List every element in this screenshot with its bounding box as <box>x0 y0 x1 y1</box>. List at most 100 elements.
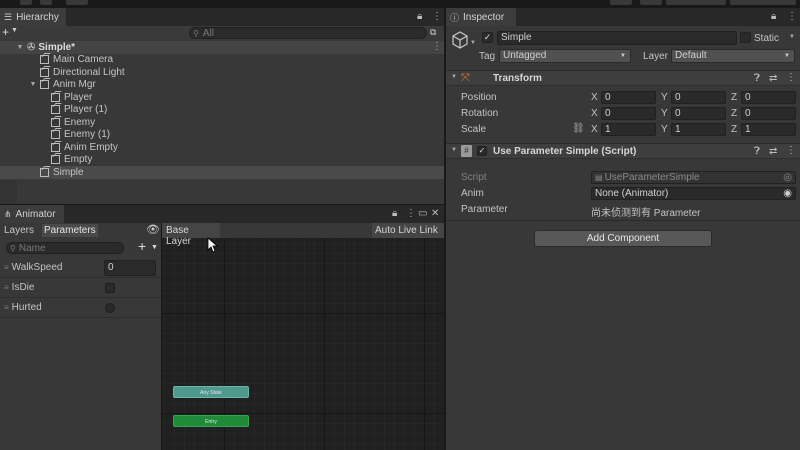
transform-header[interactable]: ▼ ⤧ Transform ❓︎ ⇄ ⋮ <box>446 70 800 86</box>
hierarchy-item[interactable]: Empty <box>0 154 444 167</box>
settings-sliders-icon[interactable]: ⇄ <box>769 73 777 84</box>
parameter-search-input[interactable]: ⚲ Name <box>6 242 124 254</box>
kebab-icon[interactable]: ⋮ <box>432 41 442 52</box>
add-component-button[interactable]: Add Component <box>534 230 712 247</box>
cube-icon <box>51 117 60 127</box>
parameter-row[interactable]: ≡ WalkSpeed 0 <box>0 258 161 278</box>
layers-dropdown[interactable] <box>666 0 726 5</box>
static-checkbox[interactable] <box>740 32 751 43</box>
top-toolbar <box>0 0 800 7</box>
hierarchy-item[interactable]: ▼ Anim Mgr <box>0 79 444 92</box>
any-state-node[interactable]: Any State <box>173 386 249 398</box>
hierarchy-item[interactable]: Anim Empty <box>0 141 444 154</box>
chevron-down-icon[interactable]: ▼ <box>451 74 457 80</box>
hierarchy-item[interactable]: Directional Light <box>0 66 444 79</box>
hierarchy-item[interactable]: Enemy (1) <box>0 129 444 142</box>
position-x-field[interactable]: 0 <box>601 91 656 104</box>
help-icon[interactable]: ❓︎ <box>754 146 760 157</box>
hierarchy-item[interactable]: Player (1) <box>0 104 444 117</box>
layout-dropdown[interactable] <box>730 0 796 5</box>
lock-icon[interactable]: 🔒︎ <box>771 11 776 22</box>
kebab-icon[interactable]: ⋮ <box>432 11 442 22</box>
expand-arrow-icon[interactable]: ▼ <box>16 44 24 51</box>
layer-dropdown[interactable]: Default ▼ <box>671 49 795 63</box>
toolbar-button[interactable] <box>40 0 52 5</box>
scale-x-field[interactable]: 1 <box>601 123 656 136</box>
toolbar-button[interactable] <box>610 0 632 5</box>
chevron-down-icon: ▼ <box>620 53 626 59</box>
hierarchy-item[interactable]: Player <box>0 91 444 104</box>
position-y-field[interactable]: 0 <box>671 91 726 104</box>
isdie-checkbox[interactable] <box>105 283 115 293</box>
parameter-row[interactable]: ≡ IsDie <box>0 278 161 298</box>
scene-row[interactable]: ▼ ✇ Simple* ⋮ <box>0 41 444 54</box>
close-icon[interactable]: ✕ <box>431 208 439 219</box>
active-checkbox[interactable]: ✓ <box>482 32 493 43</box>
walkspeed-value-field[interactable]: 0 <box>104 260 156 276</box>
chevron-down-icon[interactable]: ▼ <box>151 244 158 251</box>
entry-node[interactable]: Entry <box>173 415 249 427</box>
kebab-icon[interactable]: ⋮ <box>786 145 796 156</box>
rotation-x-field[interactable]: 0 <box>601 107 656 120</box>
hamburger-icon: ☰ <box>4 11 13 22</box>
object-name-input[interactable]: Simple <box>497 31 737 45</box>
search-filter-icon[interactable]: ⧉ <box>430 27 436 38</box>
anim-object-field[interactable]: None (Animator) ◉ <box>591 187 796 200</box>
eye-icon[interactable]: 👁︎ <box>146 223 160 236</box>
kebab-icon[interactable]: ⋮ <box>406 208 416 219</box>
script-component-header[interactable]: ▼ # ✓ Use Parameter Simple (Script) ❓︎ ⇄… <box>446 143 800 159</box>
layer-label: Layer <box>643 51 669 62</box>
axis-z-label: Z <box>731 108 738 119</box>
toolbar-button[interactable] <box>20 0 32 5</box>
search-icon: ⚲ <box>193 29 199 38</box>
drag-handle-icon[interactable]: ≡ <box>4 303 9 312</box>
add-icon[interactable]: + <box>2 25 9 39</box>
tab-inspector[interactable]: ⓘ Inspector <box>446 8 516 26</box>
expand-arrow-icon[interactable]: ▼ <box>29 81 37 88</box>
axis-y-label: Y <box>661 108 668 119</box>
kebab-icon[interactable]: ⋮ <box>786 72 796 83</box>
breadcrumb-base-layer[interactable]: Base Layer <box>162 223 220 247</box>
position-label: Position <box>461 92 497 103</box>
hierarchy-item-label: Directional Light <box>53 66 125 78</box>
kebab-icon[interactable]: ⋮ <box>787 11 797 22</box>
hierarchy-search-input[interactable]: ⚲ All <box>189 27 427 39</box>
tab-animator[interactable]: ⋔ Animator <box>0 205 64 223</box>
rotation-z-field[interactable]: 0 <box>741 107 796 120</box>
tab-parameters[interactable]: Parameters <box>42 224 98 237</box>
tab-hierarchy[interactable]: ☰ Hierarchy <box>0 8 66 26</box>
link-icon[interactable]: ⛓︎ <box>572 123 585 134</box>
target-icon[interactable]: ◉ <box>783 188 792 199</box>
add-parameter-button[interactable]: + <box>138 238 146 254</box>
cube-icon <box>40 55 49 65</box>
chevron-down-icon[interactable]: ▼ <box>470 40 476 46</box>
chevron-down-icon[interactable]: ▼ <box>789 34 795 40</box>
maximize-icon[interactable]: ▭ <box>418 208 427 219</box>
settings-sliders-icon[interactable]: ⇄ <box>769 146 777 157</box>
parameter-label: Parameter <box>461 204 508 215</box>
toolbar-button[interactable] <box>66 0 88 5</box>
hurted-trigger-radio[interactable] <box>105 303 115 313</box>
chevron-down-icon[interactable]: ▼ <box>11 27 18 34</box>
hierarchy-item[interactable]: Main Camera <box>0 54 444 67</box>
animator-graph[interactable]: Base Layer Auto Live Link Any State Entr… <box>162 223 444 450</box>
tab-layers[interactable]: Layers <box>4 225 40 237</box>
toolbar-button[interactable] <box>640 0 662 5</box>
hierarchy-item-selected[interactable]: Simple <box>0 166 444 179</box>
lock-icon[interactable]: 🔒︎ <box>417 11 422 22</box>
position-z-field[interactable]: 0 <box>741 91 796 104</box>
help-icon[interactable]: ❓︎ <box>754 73 760 84</box>
component-enabled-checkbox[interactable]: ✓ <box>477 146 487 156</box>
tag-dropdown[interactable]: Untagged ▼ <box>499 49 631 63</box>
hierarchy-item[interactable]: Enemy <box>0 116 444 129</box>
parameter-row[interactable]: ≡ Hurted <box>0 298 161 318</box>
rotation-y-field[interactable]: 0 <box>671 107 726 120</box>
scale-z-field[interactable]: 1 <box>741 123 796 136</box>
drag-handle-icon[interactable]: ≡ <box>4 263 9 272</box>
lock-icon[interactable]: 🔒︎ <box>392 208 397 219</box>
static-label: Static <box>754 33 780 44</box>
drag-handle-icon[interactable]: ≡ <box>4 283 9 292</box>
scale-y-field[interactable]: 1 <box>671 123 726 136</box>
auto-live-link-button[interactable]: Auto Live Link <box>372 223 444 238</box>
chevron-down-icon[interactable]: ▼ <box>451 147 457 153</box>
